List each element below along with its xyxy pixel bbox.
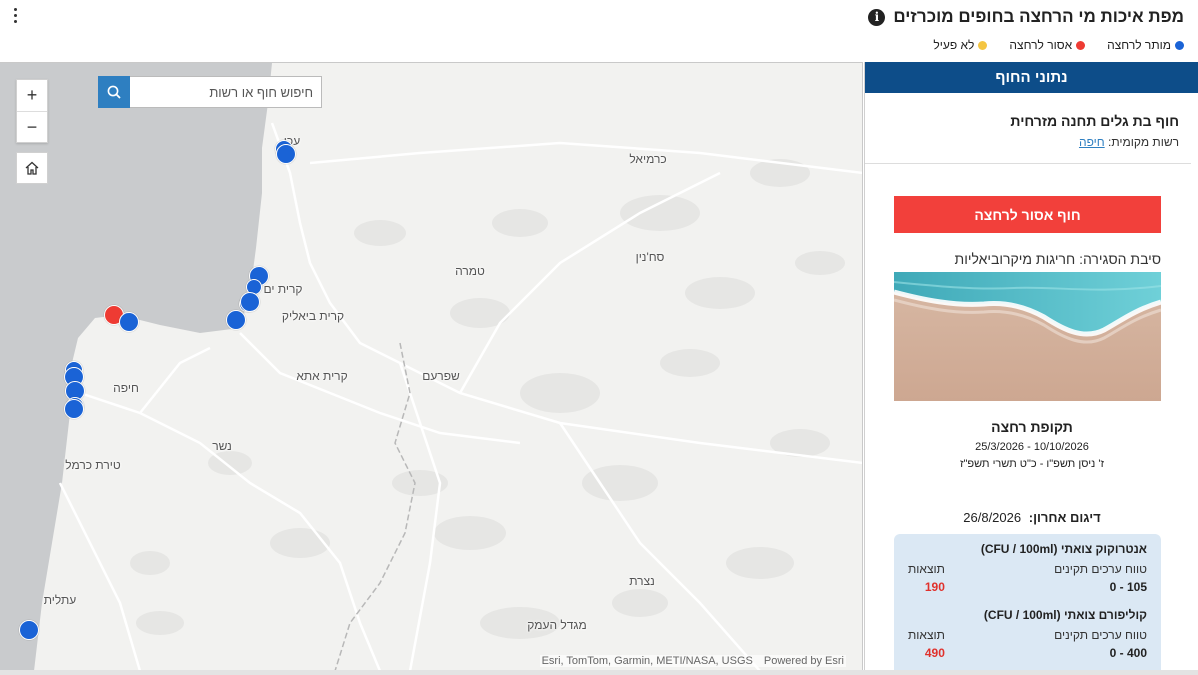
place-label-shfaram: שפרעם — [422, 369, 460, 383]
app-header: מפת איכות מי הרחצה בחופים מוכרזים i מותר… — [0, 0, 1198, 62]
beach-marker-allowed[interactable] — [276, 144, 296, 164]
season-hebrew-dates: ז' ניסן תשפ"ו - כ"ט תשרי תשפ"ז — [959, 458, 1105, 470]
attribution-text: Esri, TomTom, Garmin, METI/NASA, USGS — [541, 655, 753, 667]
metric-coliform: קוליפורם צואתי (CFU / 100ml) טווח ערכים … — [908, 608, 1147, 660]
map-attribution: Esri, TomTom, Garmin, METI/NASA, USGS Po… — [539, 655, 846, 667]
last-sample: דיגום אחרון: 26/8/2026 — [865, 510, 1198, 525]
place-label-kiryat-ata: קרית אתא — [296, 369, 348, 383]
blue-dot-icon — [1175, 40, 1184, 50]
place-label-migdal-haemek: מגדל העמק — [527, 618, 587, 632]
season-title: תקופת רחצה — [991, 419, 1073, 435]
search-button[interactable] — [98, 76, 130, 108]
search-icon — [107, 85, 121, 99]
range-label: טווח ערכים תקינים — [1054, 562, 1147, 576]
results-label: תוצאות — [908, 562, 945, 576]
beach-photo — [894, 272, 1161, 401]
zoom-controls: + − — [16, 79, 48, 143]
zoom-in-button[interactable]: + — [17, 80, 47, 111]
app-title: מפת איכות מי הרחצה בחופים מוכרזים — [893, 7, 1184, 26]
legend-label: מותר לרחצה — [1107, 38, 1171, 52]
metric-title: קוליפורם צואתי (CFU / 100ml) — [983, 608, 1147, 622]
authority-row: רשות מקומית: חיפה — [873, 135, 1179, 149]
place-label-haifa: חיפה — [113, 381, 139, 395]
sample-results-card: אנטרוקוק צואתי (CFU / 100ml) טווח ערכים … — [894, 534, 1161, 675]
place-label-nesher: נשר — [212, 439, 232, 453]
powered-by-link[interactable]: Powered by Esri — [764, 655, 844, 667]
legend-label: אסור לרחצה — [1009, 38, 1073, 52]
search-widget — [98, 76, 322, 108]
metric-enterococcus: אנטרוקוק צואתי (CFU / 100ml) טווח ערכים … — [908, 542, 1147, 594]
closure-reason: סיבת הסגירה: חריגות מיקרוביאליות — [954, 251, 1161, 267]
legend-item-forbidden: אסור לרחצה — [1009, 37, 1086, 53]
result-value: 490 — [924, 646, 945, 660]
range-value: 0 - 400 — [1109, 646, 1147, 660]
place-label-tirat-carmel: טירת כרמל — [65, 458, 121, 472]
beach-marker-allowed[interactable] — [240, 292, 260, 312]
results-label: תוצאות — [908, 628, 945, 642]
place-label-kiryat-bialik: קרית ביאליק — [281, 309, 345, 323]
authority-label: רשות מקומית: — [1108, 135, 1179, 149]
more-vertical-icon[interactable] — [8, 4, 22, 26]
beach-details-panel: נתוני החוף חוף בת גלים תחנה מזרחית רשות … — [864, 62, 1198, 675]
beach-status-button[interactable]: חוף אסור לרחצה — [894, 196, 1161, 233]
map-legend: מותר לרחצה אסור לרחצה לא פעיל — [933, 37, 1184, 53]
place-label-nazareth: נצרת — [629, 574, 655, 588]
legend-item-allowed: מותר לרחצה — [1107, 37, 1184, 53]
home-icon — [25, 161, 39, 175]
basemap — [0, 63, 862, 670]
beach-info: חוף בת גלים תחנה מזרחית רשות מקומית: חיפ… — [865, 93, 1191, 164]
map-view[interactable]: עכו כרמיאל סח'נין טמרה קרית ים קרית ביאל… — [0, 62, 863, 670]
beach-marker-allowed[interactable] — [64, 399, 84, 419]
bottom-scrollbar[interactable] — [0, 670, 1198, 675]
info-icon[interactable]: i — [868, 8, 886, 26]
last-sample-date: 26/8/2026 — [963, 510, 1022, 525]
legend-label: לא פעיל — [933, 38, 975, 52]
zoom-out-button[interactable]: − — [17, 111, 47, 142]
range-label: טווח ערכים תקינים — [1054, 628, 1147, 642]
beach-name: חוף בת גלים תחנה מזרחית — [1010, 113, 1179, 129]
title-row: מפת איכות מי הרחצה בחופים מוכרזים i — [868, 5, 1184, 29]
place-label-atlit: עתלית — [43, 593, 77, 607]
beach-marker-allowed[interactable] — [226, 310, 246, 330]
home-button[interactable] — [16, 152, 48, 184]
place-label-kiryat-yam: קרית ים — [263, 282, 303, 296]
last-sample-label: דיגום אחרון: — [1028, 510, 1101, 525]
legend-item-inactive: לא פעיל — [933, 37, 988, 53]
season-dates: 25/3/2026 - 10/10/2026 — [975, 441, 1089, 453]
search-input[interactable] — [130, 76, 322, 108]
beach-marker-allowed[interactable] — [19, 620, 39, 640]
authority-link[interactable]: חיפה — [1079, 135, 1105, 149]
place-label-karmiel: כרמיאל — [629, 152, 667, 166]
red-dot-icon — [1076, 40, 1086, 50]
yellow-dot-icon — [978, 40, 988, 50]
panel-header: נתוני החוף — [865, 62, 1198, 93]
range-value: 0 - 105 — [1109, 580, 1147, 594]
place-label-sakhnin: סח'נין — [635, 250, 665, 264]
beach-marker-allowed[interactable] — [119, 312, 139, 332]
result-value: 190 — [924, 580, 945, 594]
metric-title: אנטרוקוק צואתי (CFU / 100ml) — [980, 542, 1147, 556]
place-label-tamra: טמרה — [455, 264, 485, 278]
